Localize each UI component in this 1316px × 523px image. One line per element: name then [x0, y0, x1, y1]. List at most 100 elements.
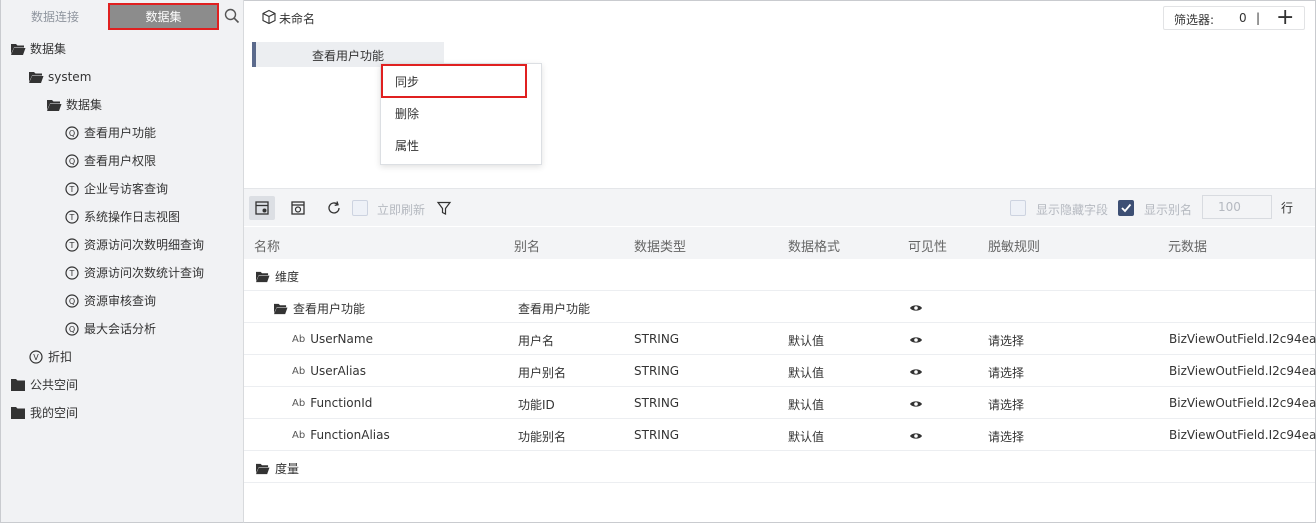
tree-item-query[interactable]: Q 查看用户功能	[64, 122, 156, 144]
tree-item-view[interactable]: V 折扣	[28, 346, 72, 368]
eye-icon[interactable]	[909, 431, 923, 441]
field-row[interactable]: Ab UserAlias 用户别名 STRING 默认值 请选择 BizViewO…	[244, 355, 1316, 387]
table-name: 查看用户功能	[293, 302, 366, 316]
field-name: UserName	[310, 332, 373, 346]
eye-icon[interactable]	[909, 399, 923, 409]
show-hidden-label: 显示隐藏字段	[1036, 203, 1109, 217]
field-metadata: BizViewOutField.I2c94ea8	[1169, 396, 1316, 410]
svg-text:Q: Q	[69, 129, 75, 138]
field-metadata: BizViewOutField.I2c94ea8	[1169, 428, 1316, 442]
field-type: STRING	[634, 364, 680, 378]
tree-item-label: 查看用户权限	[84, 154, 157, 168]
text-field-icon: Ab	[292, 398, 306, 409]
field-row[interactable]: Ab UserName 用户名 STRING 默认值 请选择 BizViewOut…	[244, 323, 1316, 355]
tree-item-label: system	[48, 70, 92, 84]
field-type: STRING	[634, 396, 680, 410]
field-mask-select[interactable]: 请选择	[988, 428, 1024, 445]
query-icon: T	[64, 209, 80, 225]
tab-dataset[interactable]: 数据集	[108, 3, 219, 30]
filter-count: 0	[1239, 11, 1247, 25]
group-label: 度量	[275, 462, 300, 476]
tree-item-label: 数据集	[66, 98, 103, 112]
svg-text:T: T	[69, 185, 75, 194]
tree-item-query[interactable]: Q 查看用户权限	[64, 150, 156, 172]
filter-label: 筛选器:	[1174, 13, 1215, 27]
col-header-visibility: 可见性	[908, 240, 948, 255]
cube-icon	[261, 9, 277, 25]
tree-item-query[interactable]: T 系统操作日志视图	[64, 206, 180, 228]
field-name: UserAlias	[310, 364, 367, 378]
refresh-now-label: 立即刷新	[377, 203, 426, 217]
query-tab-label: 查看用户功能	[312, 49, 385, 63]
context-menu-delete[interactable]: 删除	[381, 99, 541, 129]
query-icon: Q	[64, 293, 80, 309]
text-field-icon: Ab	[292, 366, 306, 377]
tree-item-system[interactable]: system	[28, 66, 91, 88]
tree-item-query[interactable]: Q 最大会话分析	[64, 318, 156, 340]
refresh-now-checkbox[interactable]	[352, 200, 368, 216]
highlight-box	[381, 64, 527, 98]
tree-item-my-space[interactable]: 我的空间	[10, 402, 78, 424]
field-mask-select[interactable]: 请选择	[988, 332, 1024, 349]
left-panel: 数据连接 数据集 数据集 system 数据集 Q 查看用户功能 Q 查看用户权…	[0, 0, 244, 523]
eye-icon[interactable]	[909, 367, 923, 377]
search-icon[interactable]	[223, 7, 241, 25]
show-hidden-checkbox[interactable]	[1010, 200, 1026, 216]
show-alias-label: 显示别名	[1144, 203, 1193, 217]
tree-item-query[interactable]: T 企业号访客查询	[64, 178, 168, 200]
folder-open-icon	[255, 462, 270, 478]
field-row[interactable]: Ab FunctionAlias 功能别名 STRING 默认值 请选择 BizV…	[244, 419, 1316, 451]
grid-toolbar: 立即刷新 显示隐藏字段 显示别名 100 行	[244, 188, 1315, 226]
field-mask-select[interactable]: 请选择	[988, 396, 1024, 413]
tree-item-query[interactable]: T 资源访问次数明细查询	[64, 234, 204, 256]
folder-open-icon	[273, 302, 288, 318]
folder-open-icon	[46, 97, 62, 113]
filter-button[interactable]	[431, 196, 457, 220]
tree-item-public-space[interactable]: 公共空间	[10, 374, 78, 396]
view-icon: V	[28, 349, 44, 365]
group-row-dimension[interactable]: 维度	[244, 259, 1315, 291]
field-settings-button[interactable]	[249, 196, 275, 220]
folder-icon	[10, 405, 26, 421]
preview-button[interactable]	[285, 196, 311, 220]
tree-item-label: 最大会话分析	[84, 322, 157, 336]
tree-item-label: 资源访问次数统计查询	[84, 266, 205, 280]
title-bar: 未命名 筛选器: 0 | +	[244, 1, 1315, 35]
tree-item-query[interactable]: Q 资源审核查询	[64, 290, 156, 312]
field-alias: 功能别名	[518, 430, 567, 444]
field-format: 默认值	[788, 398, 825, 412]
field-alias: 用户别名	[518, 366, 567, 380]
tree-item-datasets-sub[interactable]: 数据集	[46, 94, 102, 116]
field-mask-select[interactable]: 请选择	[988, 364, 1024, 381]
query-icon: T	[64, 265, 80, 281]
tree-item-query[interactable]: T 资源访问次数统计查询	[64, 262, 204, 284]
tab-data-connection[interactable]: 数据连接	[5, 4, 105, 30]
context-menu-properties[interactable]: 属性	[381, 131, 541, 161]
tree-item-label: 资源审核查询	[84, 294, 157, 308]
left-tabs: 数据连接 数据集	[1, 0, 244, 33]
show-alias-checkbox[interactable]	[1118, 200, 1134, 216]
field-row[interactable]: Ab FunctionId 功能ID STRING 默认值 请选择 BizView…	[244, 387, 1316, 419]
refresh-button[interactable]	[321, 196, 347, 220]
field-format: 默认值	[788, 430, 825, 444]
svg-text:T: T	[69, 213, 75, 222]
refresh-icon	[328, 201, 340, 214]
tree-item-datasets-root[interactable]: 数据集	[10, 38, 66, 60]
table-gear-icon	[255, 201, 269, 215]
table-row[interactable]: 查看用户功能 查看用户功能	[244, 291, 1315, 323]
add-filter-button[interactable]: +	[1276, 6, 1294, 30]
col-header-masking: 脱敏规则	[988, 240, 1041, 255]
svg-text:T: T	[69, 269, 75, 278]
tree-item-label: 资源访问次数明细查询	[84, 238, 205, 252]
tree-item-label: 企业号访客查询	[84, 182, 169, 196]
check-icon	[1121, 203, 1132, 213]
rows-input[interactable]: 100	[1202, 195, 1272, 219]
group-row-measure[interactable]: 度量	[244, 451, 1315, 483]
group-label: 维度	[275, 270, 300, 284]
svg-text:V: V	[33, 353, 39, 362]
field-name: FunctionAlias	[310, 428, 390, 442]
eye-icon[interactable]	[909, 303, 923, 313]
svg-text:Q: Q	[69, 157, 75, 166]
eye-icon[interactable]	[909, 335, 923, 345]
svg-text:Q: Q	[69, 297, 75, 306]
